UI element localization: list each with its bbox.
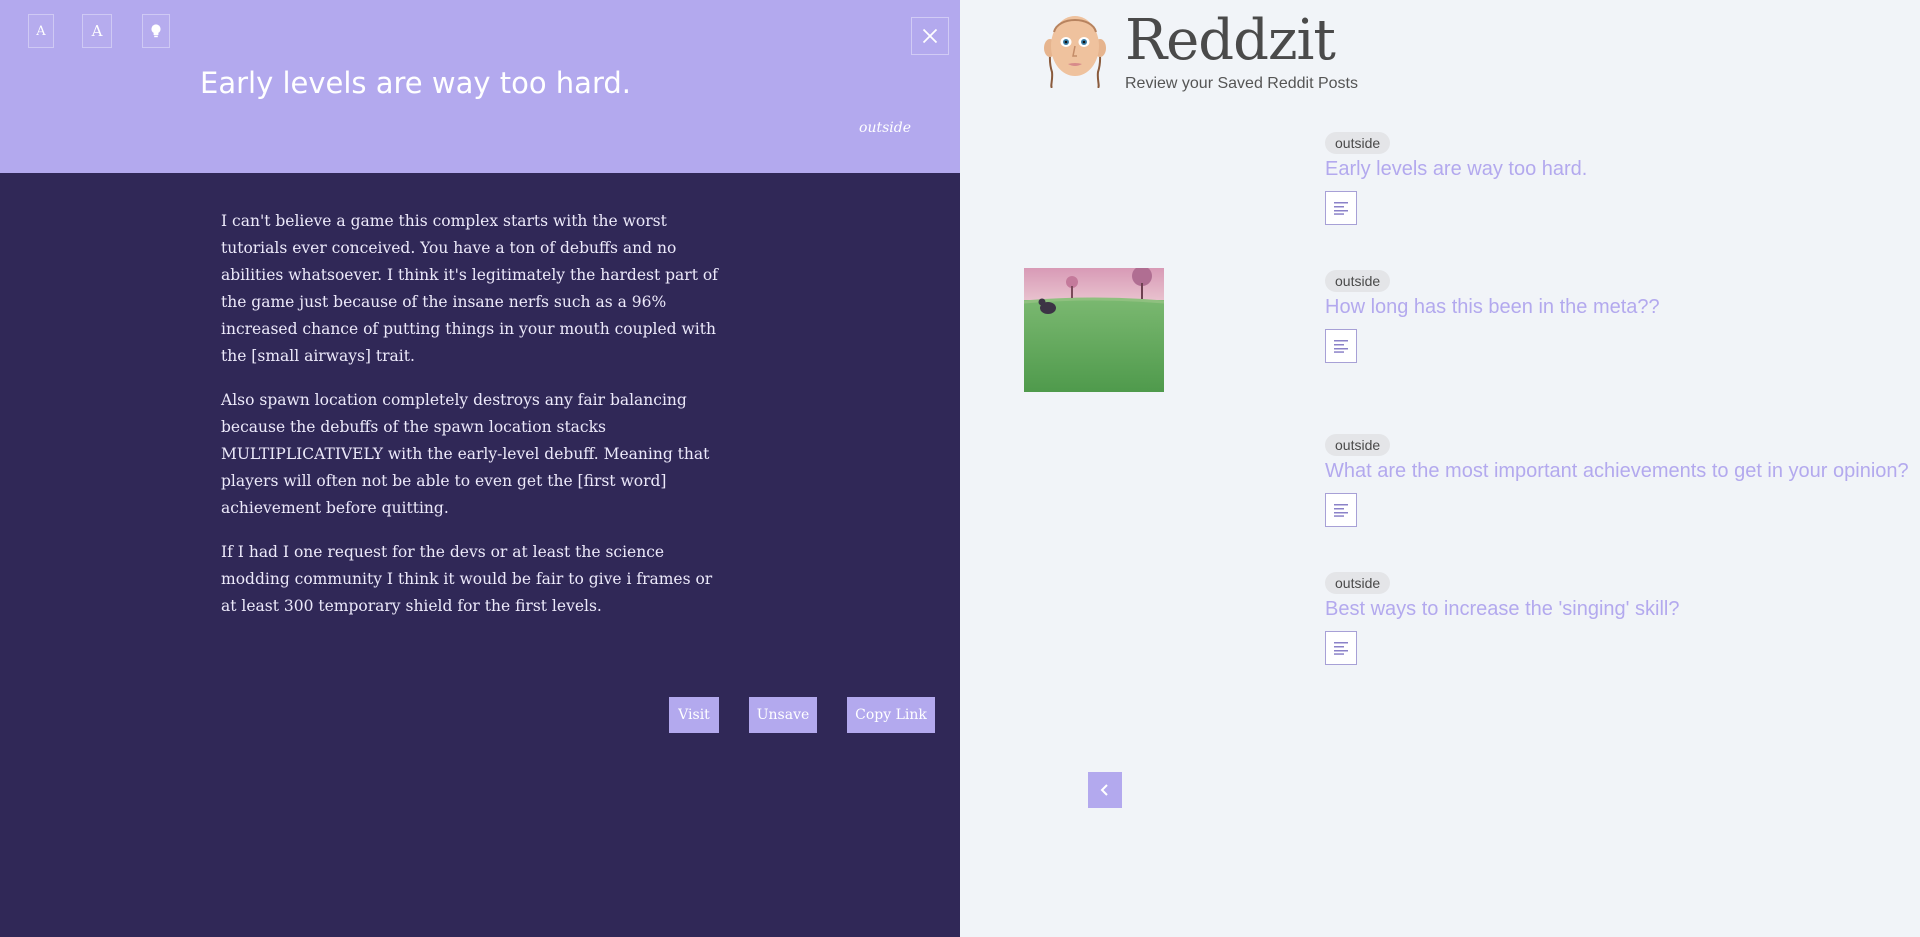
post-subreddit: outside	[859, 120, 911, 136]
subreddit-tag: outside	[1325, 270, 1391, 292]
text-post-icon[interactable]	[1325, 191, 1357, 225]
subreddit-tag: outside	[1325, 434, 1391, 456]
chevron-left-icon	[1100, 784, 1108, 796]
theme-toggle-button[interactable]	[142, 14, 170, 48]
close-icon	[922, 28, 938, 44]
post-body: I can't believe a game this complex star…	[221, 208, 731, 637]
subreddit-tag: outside	[1325, 572, 1391, 594]
list-item: outside Early levels are way too hard.	[1325, 132, 1587, 225]
list-item: outside What are the most important achi…	[1325, 434, 1909, 527]
post-title: Early levels are way too hard.	[200, 66, 631, 100]
subreddit-tag: outside	[1325, 132, 1391, 154]
post-title-link[interactable]: How long has this been in the meta??	[1325, 296, 1660, 319]
app-logo	[1044, 16, 1106, 88]
post-paragraph: I can't believe a game this complex star…	[221, 212, 718, 365]
post-title-link[interactable]: Early levels are way too hard.	[1325, 158, 1587, 181]
previous-page-button[interactable]	[1088, 772, 1122, 808]
post-thumbnail[interactable]	[1024, 268, 1164, 392]
reader-header: A A Early levels are way too hard. outsi…	[0, 0, 960, 173]
post-title-link[interactable]: What are the most important achievements…	[1325, 460, 1909, 483]
reader-panel: A A Early levels are way too hard. outsi…	[0, 0, 960, 937]
post-title-link[interactable]: Best ways to increase the 'singing' skil…	[1325, 598, 1679, 621]
app-title: Reddzit	[1125, 8, 1336, 73]
text-post-icon[interactable]	[1325, 329, 1357, 363]
app-tagline: Review your Saved Reddit Posts	[1125, 75, 1358, 92]
list-item: outside How long has this been in the me…	[1325, 270, 1660, 363]
saved-posts-panel: Reddzit Review your Saved Reddit Posts o…	[960, 0, 1920, 937]
text-post-icon[interactable]	[1325, 493, 1357, 527]
text-post-icon[interactable]	[1325, 631, 1357, 665]
unsave-button[interactable]: Unsave	[749, 697, 817, 733]
lightbulb-icon	[151, 24, 161, 38]
post-paragraph: If I had I one request for the devs or a…	[221, 543, 713, 615]
decrease-font-button[interactable]: A	[28, 14, 54, 48]
copy-link-button[interactable]: Copy Link	[847, 697, 935, 733]
list-item: outside Best ways to increase the 'singi…	[1325, 572, 1679, 665]
post-paragraph: Also spawn location completely destroys …	[221, 391, 710, 517]
visit-button[interactable]: Visit	[669, 697, 719, 733]
increase-font-button[interactable]: A	[82, 14, 112, 48]
close-button[interactable]	[911, 17, 949, 55]
